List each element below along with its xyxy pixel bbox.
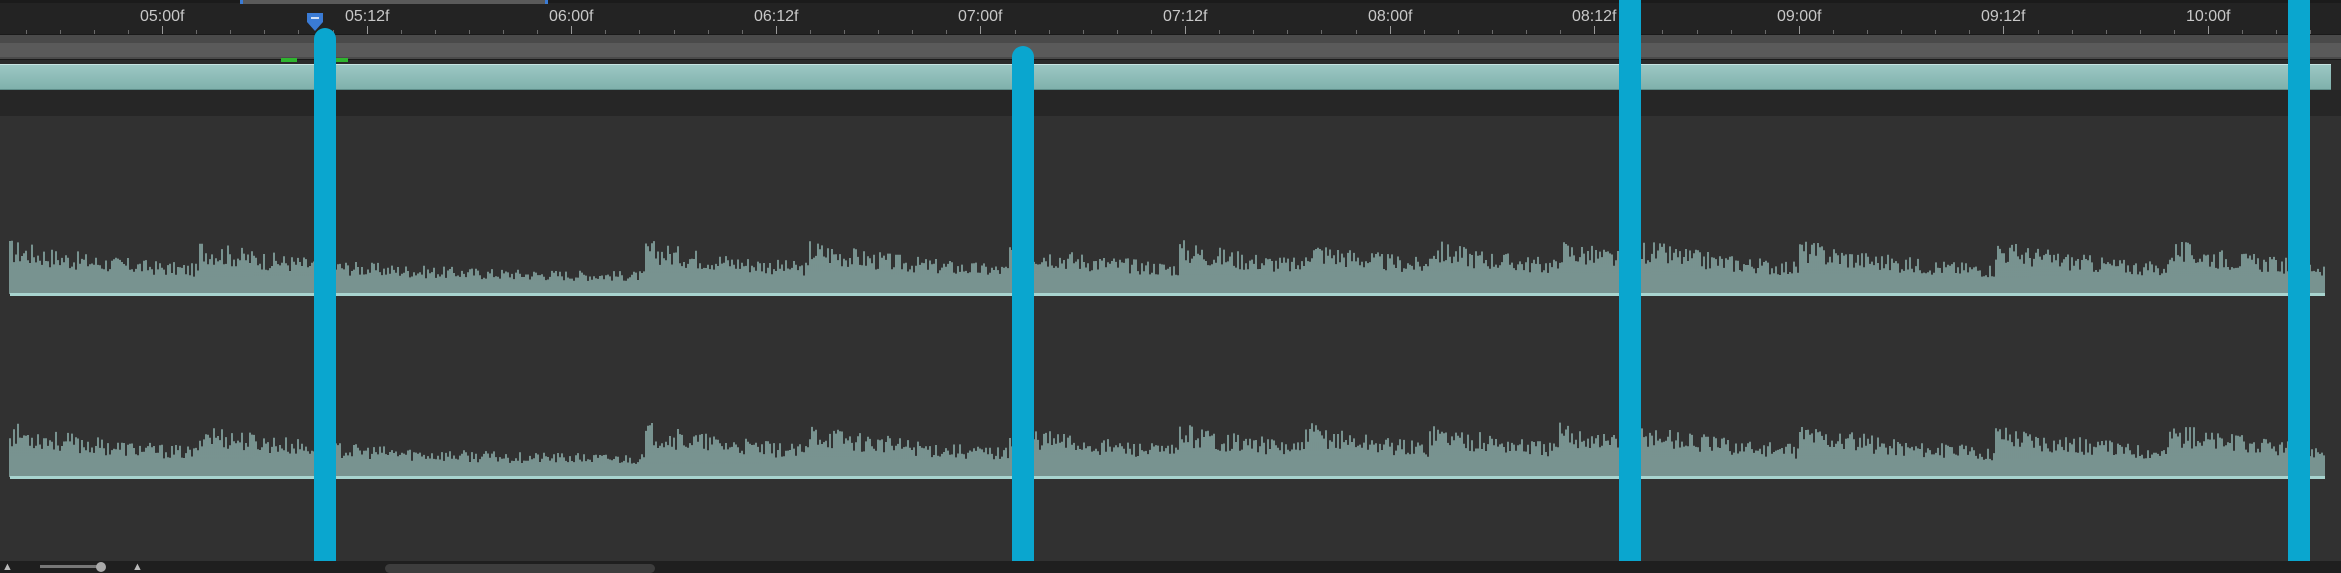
waveform-right [9, 422, 2325, 479]
ruler-tick-label: 09:12f [1981, 8, 2026, 25]
ruler-tick [776, 26, 777, 34]
ruler-tick [1185, 26, 1186, 34]
zoom-slider-track[interactable] [40, 565, 100, 568]
work-area-range[interactable] [240, 0, 548, 4]
audio-layer-bar[interactable] [0, 64, 2341, 90]
marker-3[interactable] [1619, 0, 1641, 573]
ruler-tick [162, 26, 163, 34]
ruler-tick [1390, 26, 1391, 34]
waveform-baseline [10, 476, 2325, 479]
ruler-tick [1799, 26, 1800, 34]
ruler-tick-label: 09:00f [1777, 8, 1822, 25]
ruler-tick-label: 06:12f [754, 8, 799, 25]
ruler-tick [2208, 26, 2209, 34]
cache-segment [336, 58, 348, 62]
ruler-tick [571, 26, 572, 34]
ruler-tick-label: 08:00f [1368, 8, 1413, 25]
channel-right [0, 300, 2341, 561]
waveform-path [9, 239, 2325, 294]
bottom-control-bar: ▲ ▲ [0, 561, 2341, 573]
ruler-tick-label: 07:12f [1163, 8, 1208, 25]
ruler-tick-label: 05:12f [345, 8, 390, 25]
marker-2[interactable] [1012, 46, 1034, 573]
audio-timeline-panel: 05:00f 05:12f 06:00f 06:12f 07:00f 07:12… [0, 0, 2341, 573]
waveform-area[interactable] [0, 116, 2341, 561]
ruler-tick [2003, 26, 2004, 34]
ruler-tick [980, 26, 981, 34]
ruler-tick-label: 07:00f [958, 8, 1003, 25]
ruler-tick-label: 05:00f [140, 8, 185, 25]
cache-segment [281, 58, 297, 62]
ruler-tick [1594, 26, 1595, 34]
mountain-large-icon[interactable]: ▲ [132, 561, 143, 573]
marker-4[interactable] [2288, 0, 2310, 573]
ruler-tick-label: 08:12f [1572, 8, 1617, 25]
waveform-left [9, 239, 2325, 296]
layer-out-point[interactable] [2331, 64, 2341, 90]
time-ruler[interactable]: 05:00f 05:12f 06:00f 06:12f 07:00f 07:12… [0, 0, 2341, 34]
time-navigator[interactable] [0, 34, 2341, 60]
horizontal-scrollbar[interactable] [385, 564, 655, 573]
ruler-tick [367, 26, 368, 34]
waveform-baseline [10, 293, 2325, 296]
channel-left [0, 116, 2341, 300]
ruler-tick-label: 10:00f [2186, 8, 2231, 25]
zoom-slider-knob[interactable] [96, 562, 106, 572]
layer-separator [0, 90, 2341, 116]
marker-1[interactable] [314, 28, 336, 573]
waveform-path [9, 422, 2325, 477]
time-navigator-track[interactable] [0, 43, 2341, 57]
ruler-tick-label: 06:00f [549, 8, 594, 25]
mountain-small-icon[interactable]: ▲ [2, 561, 13, 573]
